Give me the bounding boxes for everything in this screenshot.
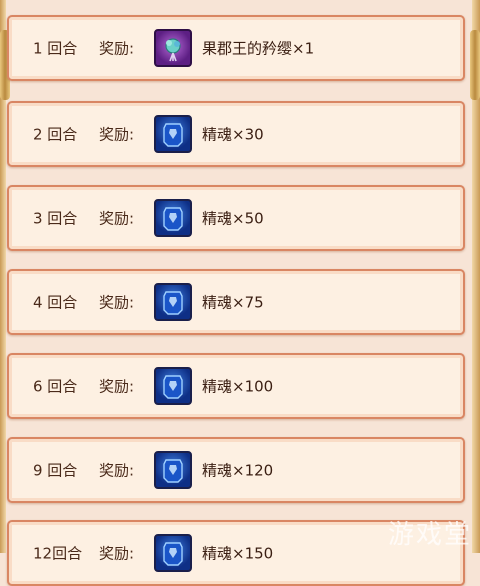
soul-crystal-icon[interactable] <box>154 451 192 489</box>
reward-item-name: 果郡王的矜缨×1 <box>202 39 315 58</box>
reward-row: 2 回合 奖励: 精魂×30 <box>7 101 465 167</box>
reward-label: 奖励: <box>99 461 135 480</box>
right-tassel-decoration <box>470 30 480 100</box>
round-number: 4 回合 <box>33 293 78 312</box>
reward-label: 奖励: <box>99 125 135 144</box>
reward-item-name: 精魂×150 <box>202 544 274 563</box>
reward-label: 奖励: <box>99 544 135 563</box>
soul-crystal-icon[interactable] <box>154 115 192 153</box>
site-watermark: 游戏堂 <box>387 520 472 550</box>
reward-row: 6 回合 奖励: 精魂×100 <box>7 353 465 419</box>
soul-crystal-icon[interactable] <box>154 283 192 321</box>
soul-crystal-icon[interactable] <box>154 534 192 572</box>
soul-crystal-icon[interactable] <box>154 367 192 405</box>
reward-label: 奖励: <box>99 377 135 396</box>
round-number: 9 回合 <box>33 461 78 480</box>
reward-row: 4 回合 奖励: 精魂×75 <box>7 269 465 335</box>
round-number: 2 回合 <box>33 125 78 144</box>
reward-item-name: 精魂×100 <box>202 377 274 396</box>
round-number: 6 回合 <box>33 377 78 396</box>
reward-item-name: 精魂×120 <box>202 461 274 480</box>
round-number: 3 回合 <box>33 209 78 228</box>
reward-row: 9 回合 奖励: 精魂×120 <box>7 437 465 503</box>
reward-item-name: 精魂×30 <box>202 125 264 144</box>
reward-label: 奖励: <box>99 39 135 58</box>
soul-crystal-icon[interactable] <box>154 199 192 237</box>
reward-item-name: 精魂×75 <box>202 293 264 312</box>
reward-label: 奖励: <box>99 209 135 228</box>
round-number: 1 回合 <box>33 39 78 58</box>
reward-row: 3 回合 奖励: 精魂×50 <box>7 185 465 251</box>
tassel-item-icon[interactable] <box>154 29 192 67</box>
reward-row: 1 回合 奖励: 果郡王的矜缨×1 <box>7 15 465 81</box>
reward-label: 奖励: <box>99 293 135 312</box>
reward-item-name: 精魂×50 <box>202 209 264 228</box>
round-number: 12回合 <box>33 544 83 563</box>
